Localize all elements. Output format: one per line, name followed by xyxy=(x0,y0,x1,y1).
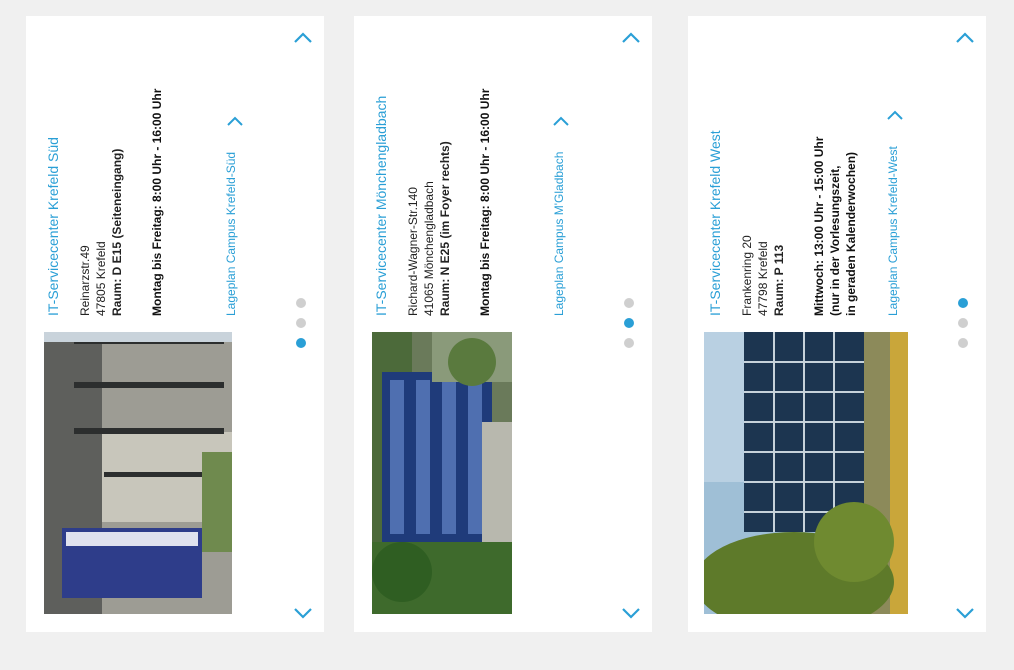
street: Richard-Wagner-Str.140 xyxy=(406,187,420,316)
slide-dot-1[interactable] xyxy=(958,298,968,308)
slide-dot-2[interactable] xyxy=(624,318,634,328)
chevron-down-icon[interactable] xyxy=(952,602,978,624)
building-photo xyxy=(372,332,512,614)
room: Raum: P 113 xyxy=(772,244,786,316)
service-card-krefeld-west: IT-Servicecenter Krefeld West Frankenrin… xyxy=(688,16,986,632)
map-link[interactable]: Lageplan Campus Krefeld-West xyxy=(886,146,901,316)
chevron-down-icon[interactable] xyxy=(290,602,316,624)
slide-dot-3[interactable] xyxy=(624,338,634,348)
opening-hours: Montag bis Freitag: 8:00 Uhr - 16:00 Uhr xyxy=(150,88,164,316)
card-title: IT-Servicecenter Mönchengladbach xyxy=(373,95,389,316)
slide-dot-1[interactable] xyxy=(624,298,634,308)
opening-hours: Montag bis Freitag: 8:00 Uhr - 16:00 Uhr xyxy=(478,88,492,316)
service-card-moenchengladbach: IT-Servicecenter Mönchengladbach Richard… xyxy=(354,16,652,632)
opening-hours-line-3: in geraden Kalenderwochen) xyxy=(844,151,858,316)
slide-dot-3[interactable] xyxy=(958,338,968,348)
card-title: IT-Servicecenter Krefeld Süd xyxy=(45,137,61,316)
chevron-up-icon[interactable] xyxy=(952,26,978,48)
city: 47805 Krefeld xyxy=(94,241,108,316)
room: Raum: D E15 (Seiteneingang) xyxy=(110,148,124,316)
chevron-up-icon[interactable] xyxy=(550,112,572,130)
street: Reinarzstr.49 xyxy=(78,245,92,316)
chevron-up-icon[interactable] xyxy=(884,106,906,124)
chevron-up-icon[interactable] xyxy=(224,112,246,130)
building-photo xyxy=(704,332,908,614)
slide-dot-2[interactable] xyxy=(958,318,968,328)
building-photo xyxy=(44,332,232,614)
opening-hours-line-1: Mittwoch: 13:00 Uhr - 15:00 Uhr xyxy=(812,136,826,316)
chevron-up-icon[interactable] xyxy=(290,26,316,48)
chevron-down-icon[interactable] xyxy=(618,602,644,624)
card-title: IT-Servicecenter Krefeld West xyxy=(707,130,723,316)
room: Raum: N E25 (im Foyer rechts) xyxy=(438,141,452,316)
city: 47798 Krefeld xyxy=(756,241,770,316)
chevron-up-icon[interactable] xyxy=(618,26,644,48)
map-link[interactable]: Lageplan Campus Krefeld-Süd xyxy=(224,152,239,316)
street: Frankenring 20 xyxy=(740,235,754,316)
city: 41065 Mönchengladbach xyxy=(422,181,436,316)
slide-dot-3[interactable] xyxy=(296,338,306,348)
service-card-krefeld-sued: IT-Servicecenter Krefeld Süd Reinarzstr.… xyxy=(26,16,324,632)
map-link[interactable]: Lageplan Campus M'Gladbach xyxy=(552,152,567,316)
slide-dot-1[interactable] xyxy=(296,298,306,308)
opening-hours-line-2: (nur in der Vorlesungszeit, xyxy=(828,165,842,316)
slide-dot-2[interactable] xyxy=(296,318,306,328)
